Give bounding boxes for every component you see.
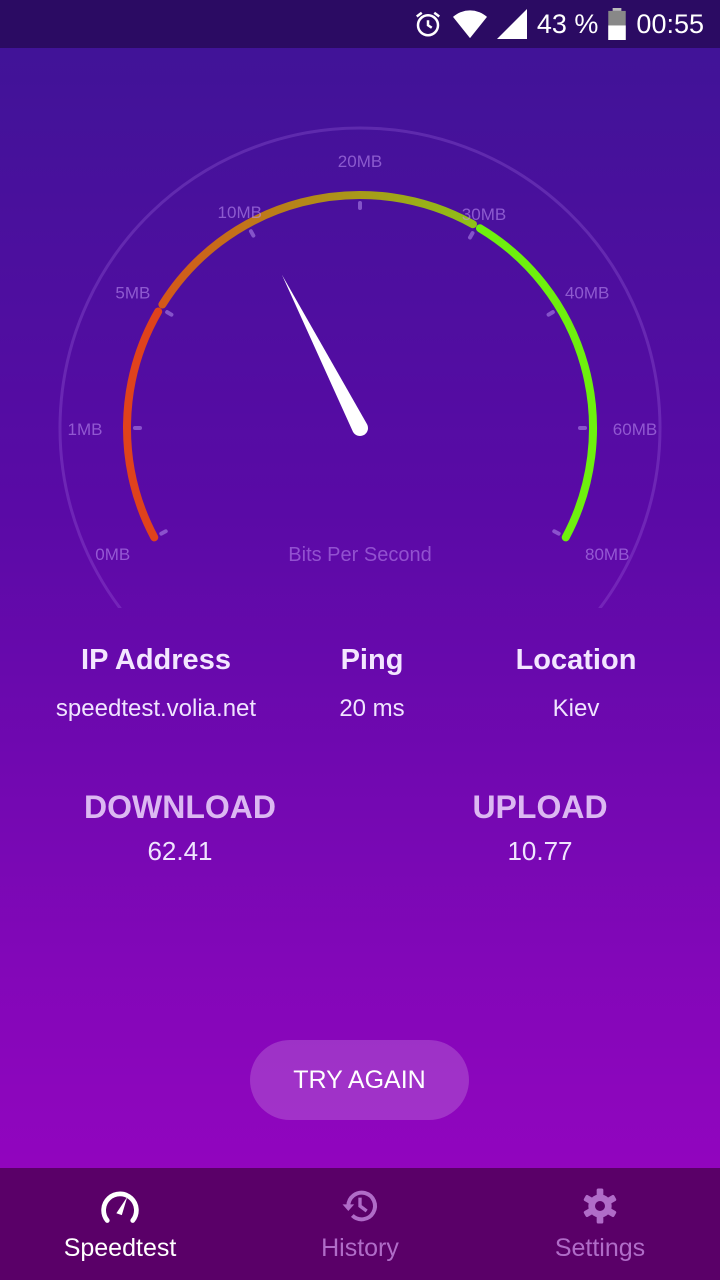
gauge-tick [248, 229, 256, 238]
gauge-tick-label: 0MB [95, 545, 130, 564]
location-label: Location [515, 644, 637, 676]
nav-history[interactable]: History [240, 1168, 480, 1280]
gauge-arc-low [123, 307, 163, 542]
download-value: 62.41 [147, 836, 213, 866]
nav-settings-label: Settings [554, 1234, 646, 1262]
gauge-tick [552, 529, 561, 536]
gauge-tick-label: 60MB [613, 420, 657, 439]
gauge-tick-label: 1MB [68, 420, 103, 439]
gauge-tick-label: 80MB [585, 545, 629, 564]
location-block: Location Kiev [456, 644, 696, 723]
speed-gauge: 0MB 1MB 5MB 10MB 20MB 30MB 40MB 60MB 80MB Bits P… [58, 126, 662, 608]
gear-icon [583, 1188, 617, 1224]
gauge-tick-label: 20MB [338, 152, 382, 171]
status-bar: 43 % 00:55 [0, 0, 720, 48]
download-label: DOWNLOAD [84, 789, 276, 825]
upload-block: UPLOAD 10.77 [390, 789, 690, 867]
gauge-tick-label: 10MB [218, 203, 262, 222]
ip-address-label: IP Address [81, 644, 231, 676]
history-icon [342, 1190, 377, 1222]
try-again-button[interactable]: TRY AGAIN [250, 1040, 469, 1120]
ip-address-value: speedtest.volia.net [55, 695, 257, 722]
gauge-tick [159, 529, 168, 536]
nav-speedtest[interactable]: Speedtest [0, 1168, 240, 1280]
gauge-tick-label: 5MB [115, 284, 150, 303]
signal-icon [496, 9, 527, 39]
battery-icon [608, 8, 627, 40]
gauge-tick [468, 231, 475, 240]
location-value: Kiev [552, 695, 600, 722]
gauge-tick [165, 310, 174, 317]
ip-address-block: IP Address speedtest.volia.net [36, 644, 276, 723]
upload-value: 10.77 [507, 836, 573, 866]
clock: 00:55 [636, 8, 704, 39]
wifi-icon [452, 10, 487, 39]
gauge-arc-high [476, 224, 597, 542]
nav-settings[interactable]: Settings [480, 1168, 720, 1280]
nav-history-label: History [321, 1234, 399, 1262]
speedometer-icon [101, 1191, 139, 1223]
download-block: DOWNLOAD 62.41 [30, 789, 330, 867]
bottom-nav: Speedtest History Settings [0, 1168, 720, 1280]
upload-label: UPLOAD [472, 789, 608, 825]
gauge-tick [546, 310, 555, 317]
gauge-tick-label: 30MB [462, 205, 506, 224]
alarm-icon [415, 11, 440, 37]
gauge-needle [281, 274, 368, 437]
gauge-tick-label: 40MB [565, 284, 609, 303]
nav-speedtest-label: Speedtest [63, 1234, 177, 1262]
gauge-arc-mid [158, 191, 477, 309]
battery-percent: 43 % [536, 8, 599, 39]
gauge-unit-label: Bits Per Second [288, 544, 431, 566]
